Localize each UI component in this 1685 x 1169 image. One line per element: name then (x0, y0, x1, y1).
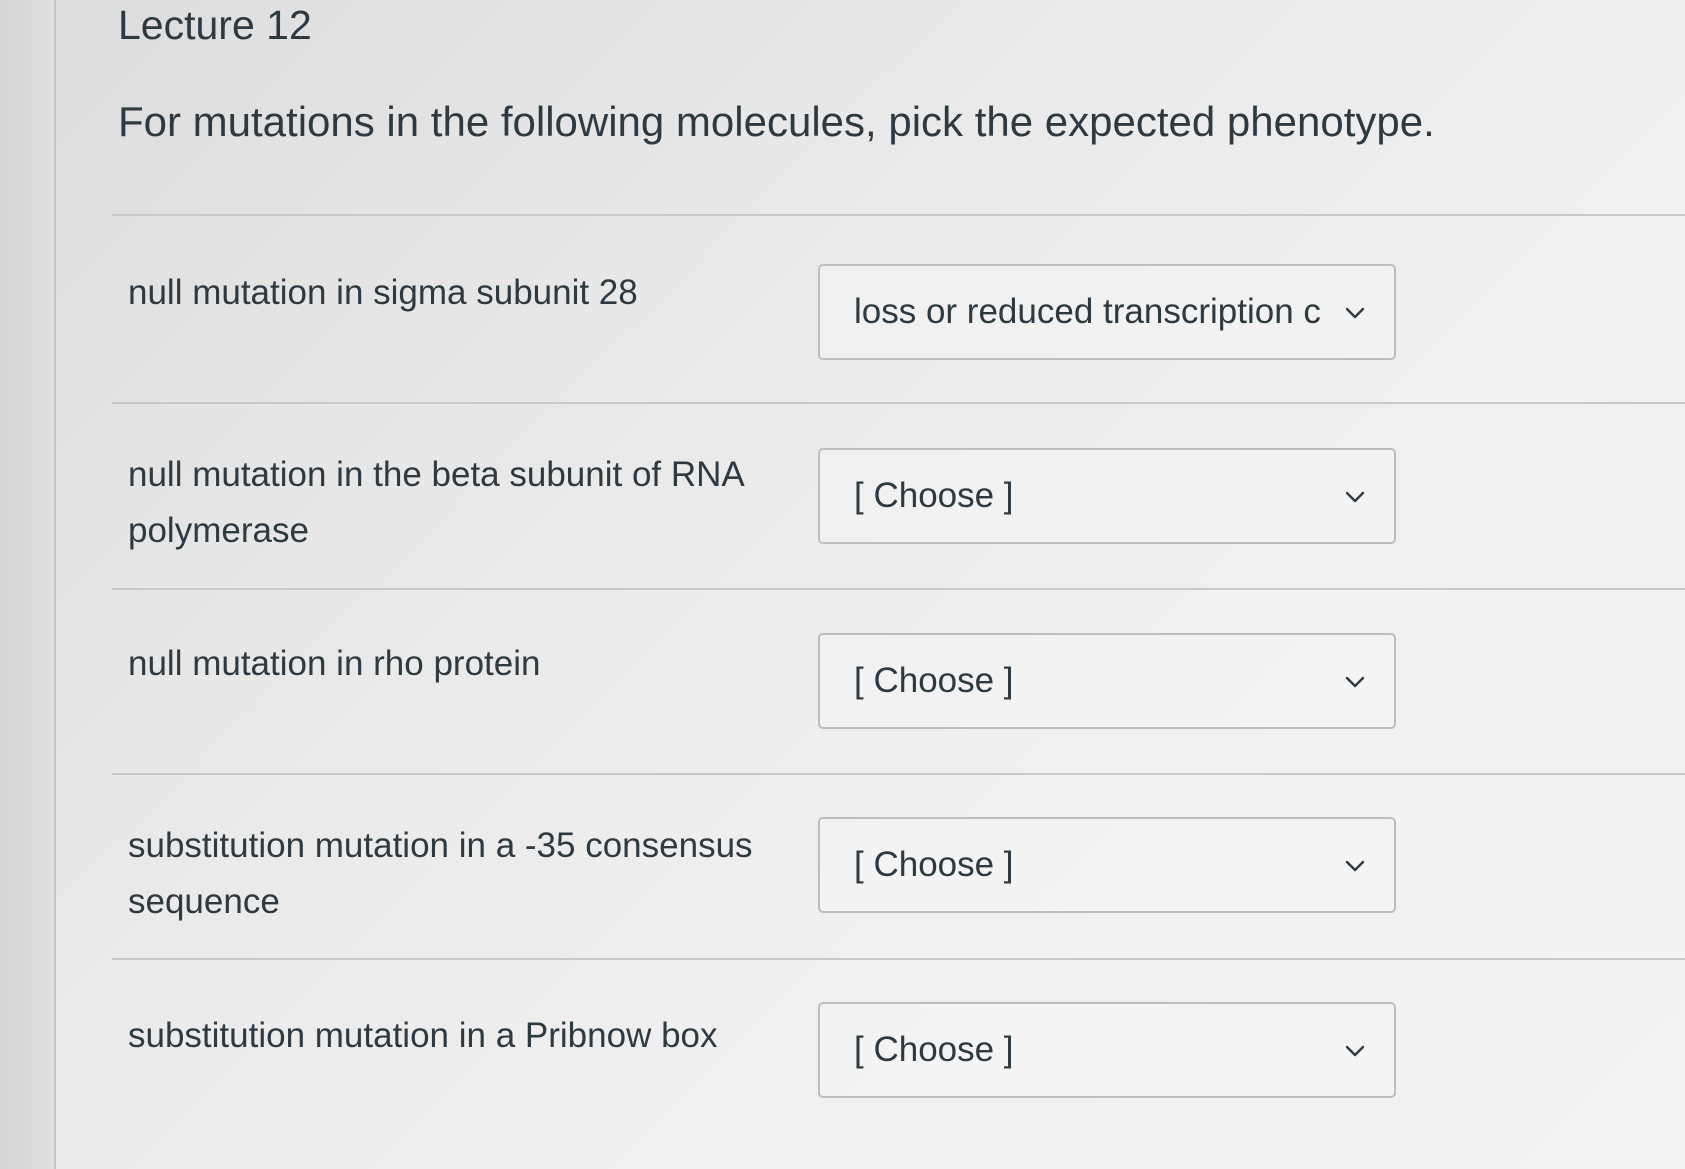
row-label-beta-subunit: null mutation in the beta subunit of RNA… (128, 455, 743, 550)
select-value: [ Choose ] (854, 476, 1014, 515)
chevron-down-icon (1345, 307, 1365, 319)
phenotype-select-beta-subunit[interactable]: [ Choose ] (818, 448, 1396, 544)
row-label-pribnow-box: substitution mutation in a Pribnow box (128, 1016, 718, 1055)
row-label-sigma-28: null mutation in sigma subunit 28 (128, 273, 638, 312)
row-label-rho-protein: null mutation in rho protein (128, 644, 541, 683)
select-value: loss or reduced transcription c (854, 292, 1321, 331)
divider (112, 958, 1685, 960)
left-border (54, 0, 56, 1169)
page-title: Lecture 12 (118, 2, 312, 48)
question-prompt: For mutations in the following molecules… (118, 98, 1435, 145)
row-label-minus-35-consensus: substitution mutation in a -35 consensus… (128, 826, 753, 921)
phenotype-select-rho-protein[interactable]: [ Choose ] (818, 633, 1396, 729)
divider (112, 402, 1685, 404)
phenotype-select-pribnow-box[interactable]: [ Choose ] (818, 1002, 1396, 1098)
select-value: [ Choose ] (854, 845, 1014, 884)
chevron-down-icon (1345, 491, 1365, 503)
left-margin (0, 0, 54, 1169)
select-value: [ Choose ] (854, 661, 1014, 700)
divider (112, 214, 1685, 216)
select-value: [ Choose ] (854, 1030, 1014, 1069)
divider (112, 773, 1685, 775)
chevron-down-icon (1345, 676, 1365, 688)
phenotype-select-sigma-28[interactable]: loss or reduced transcription c (818, 264, 1396, 360)
phenotype-select-minus-35-consensus[interactable]: [ Choose ] (818, 817, 1396, 913)
divider (112, 588, 1685, 590)
chevron-down-icon (1345, 860, 1365, 872)
chevron-down-icon (1345, 1045, 1365, 1057)
